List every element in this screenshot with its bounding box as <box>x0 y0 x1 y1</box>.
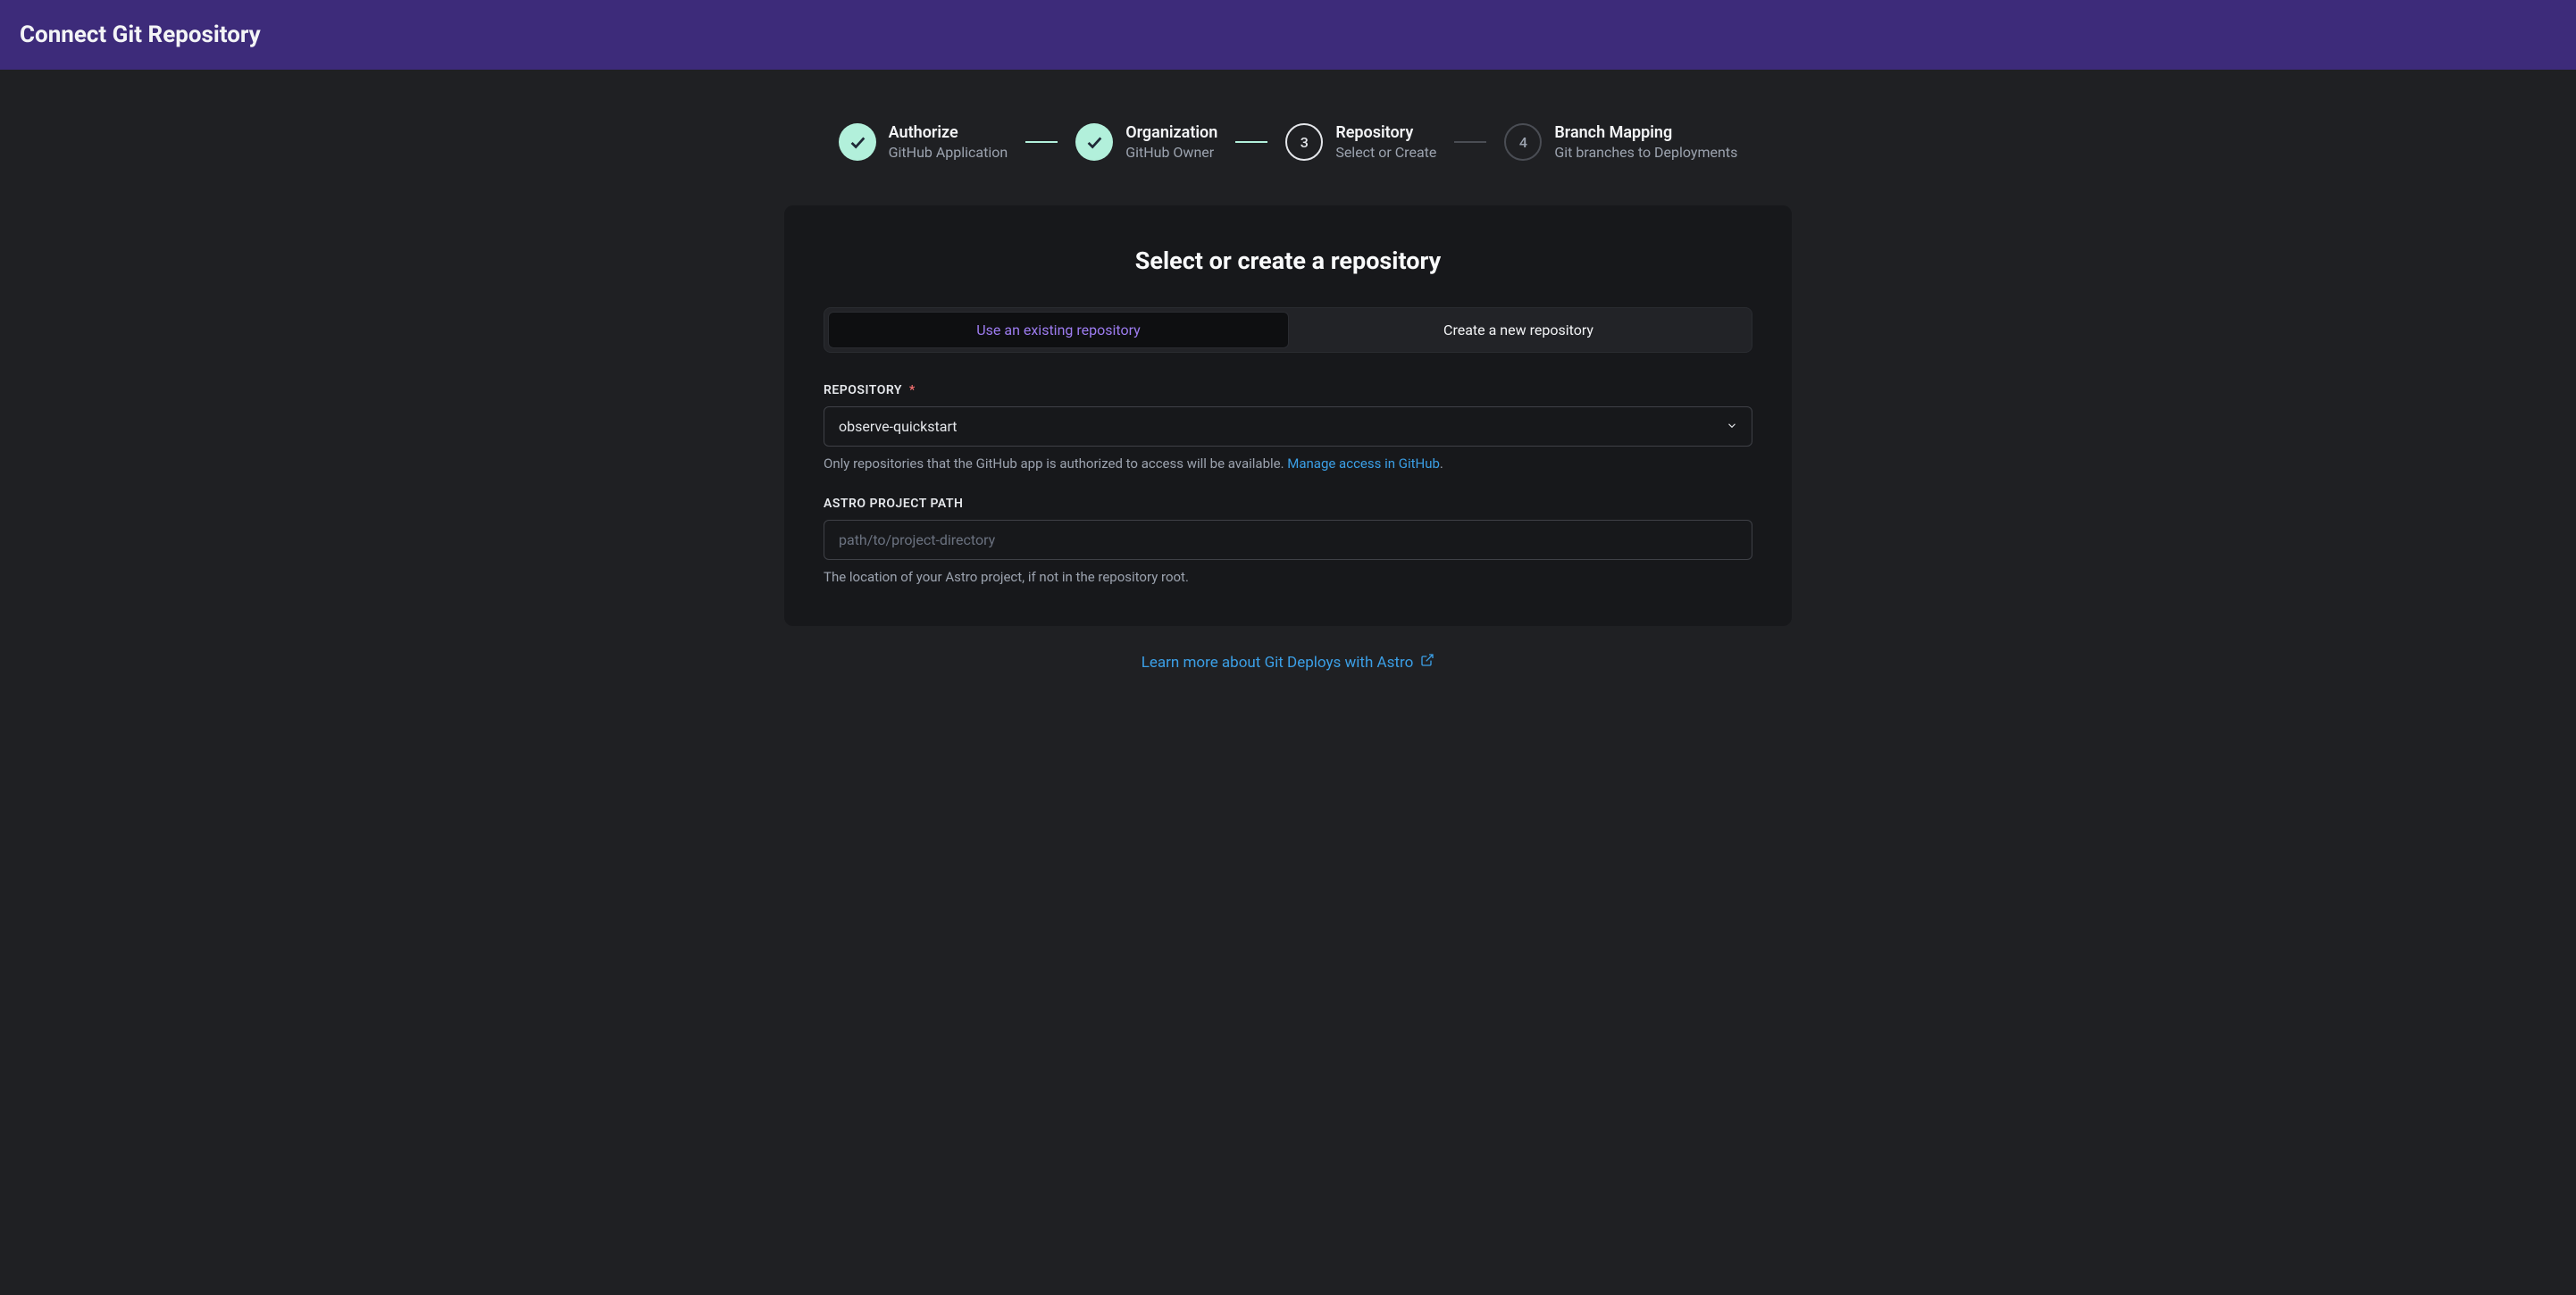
footer-link-container: Learn more about Git Deploys with Astro <box>0 626 2576 707</box>
tab-group: Use an existing repository Create a new … <box>824 307 1752 353</box>
project-path-input[interactable] <box>824 520 1752 560</box>
step-repository: 3 Repository Select or Create <box>1285 123 1436 161</box>
label-text: REPOSITORY <box>824 383 902 397</box>
repository-card: Select or create a repository Use an exi… <box>784 205 1792 626</box>
step-branch-mapping: 4 Branch Mapping Git branches to Deploym… <box>1504 123 1737 161</box>
stepper-container: Authorize GitHub Application Organizatio… <box>0 70 2576 205</box>
step-number: 4 <box>1519 134 1527 151</box>
step-number: 3 <box>1301 134 1309 151</box>
select-wrapper: observe-quickstart <box>824 406 1752 447</box>
step-title: Authorize <box>889 123 1008 142</box>
repository-helper: Only repositories that the GitHub app is… <box>824 455 1752 472</box>
stepper: Authorize GitHub Application Organizatio… <box>839 123 1738 161</box>
stepper-connector <box>1235 141 1267 143</box>
repository-form-group: REPOSITORY * observe-quickstart Only rep… <box>824 383 1752 472</box>
step-organization: Organization GitHub Owner <box>1075 123 1217 161</box>
step-title: Repository <box>1335 123 1436 142</box>
learn-more-link[interactable]: Learn more about Git Deploys with Astro <box>1142 653 1435 672</box>
step-number-icon: 3 <box>1285 123 1323 161</box>
repository-label: REPOSITORY * <box>824 383 1752 397</box>
step-number-icon: 4 <box>1504 123 1542 161</box>
helper-suffix: . <box>1440 455 1443 472</box>
project-path-form-group: ASTRO PROJECT PATH The location of your … <box>824 497 1752 585</box>
step-title: Organization <box>1125 123 1217 142</box>
stepper-connector <box>1025 141 1058 143</box>
page-title: Connect Git Repository <box>20 21 261 48</box>
step-title: Branch Mapping <box>1554 123 1737 142</box>
project-path-label: ASTRO PROJECT PATH <box>824 497 1752 511</box>
card-heading: Select or create a repository <box>824 246 1752 275</box>
footer-link-text: Learn more about Git Deploys with Astro <box>1142 654 1414 672</box>
helper-prefix: Only repositories that the GitHub app is… <box>824 455 1287 472</box>
step-text: Organization GitHub Owner <box>1125 123 1217 161</box>
step-subtitle: Select or Create <box>1335 144 1436 161</box>
manage-access-link[interactable]: Manage access in GitHub <box>1287 455 1440 472</box>
tab-use-existing[interactable]: Use an existing repository <box>828 312 1289 348</box>
external-link-icon <box>1420 653 1434 672</box>
repository-select[interactable]: observe-quickstart <box>824 406 1752 447</box>
stepper-connector <box>1454 141 1486 143</box>
page-header: Connect Git Repository <box>0 0 2576 70</box>
step-authorize: Authorize GitHub Application <box>839 123 1008 161</box>
step-subtitle: GitHub Application <box>889 144 1008 161</box>
project-path-helper: The location of your Astro project, if n… <box>824 569 1752 585</box>
step-text: Authorize GitHub Application <box>889 123 1008 161</box>
tab-create-new[interactable]: Create a new repository <box>1289 312 1748 348</box>
step-subtitle: GitHub Owner <box>1125 144 1217 161</box>
required-indicator: * <box>909 383 916 397</box>
card-container: Select or create a repository Use an exi… <box>0 205 2576 626</box>
step-text: Branch Mapping Git branches to Deploymen… <box>1554 123 1737 161</box>
check-icon <box>839 123 876 161</box>
check-icon <box>1075 123 1113 161</box>
step-text: Repository Select or Create <box>1335 123 1436 161</box>
step-subtitle: Git branches to Deployments <box>1554 144 1737 161</box>
